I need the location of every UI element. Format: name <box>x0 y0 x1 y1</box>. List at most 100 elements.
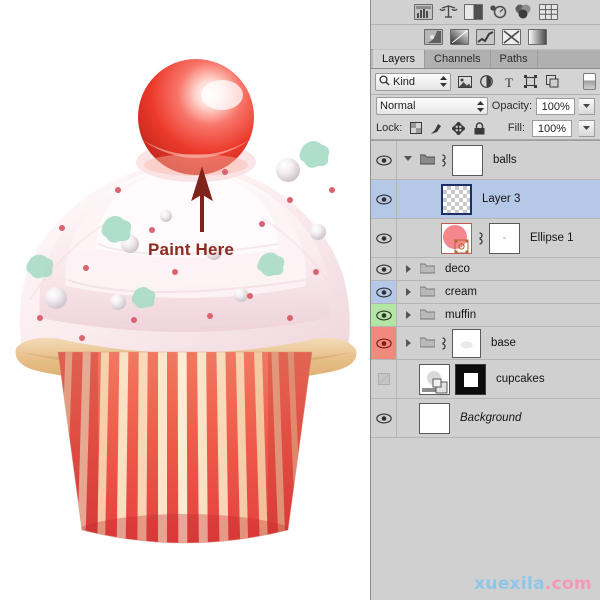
layer-name: cupcakes <box>496 373 545 385</box>
visibility-toggle[interactable] <box>371 258 397 280</box>
layer-name: Ellipse 1 <box>530 232 574 244</box>
layer-name: balls <box>493 154 517 166</box>
svg-text:T: T <box>505 76 513 88</box>
tabbar-filler <box>537 49 600 68</box>
tab-layers[interactable]: Layers <box>373 49 426 68</box>
opacity-dropdown-icon[interactable] <box>579 97 596 115</box>
lock-label: Lock: <box>376 122 403 134</box>
lock-fill-row: Lock: Fill: 100% <box>371 117 600 140</box>
visibility-toggle[interactable] <box>371 219 397 257</box>
layer-name: Layer 3 <box>482 193 521 205</box>
eye-icon <box>375 194 392 204</box>
photoshop-screenshot: Paint Here Layers Channels Paths Kind T … <box>0 0 600 600</box>
blend-mode-select[interactable]: Normal <box>376 97 488 115</box>
layer-thumbnail[interactable] <box>441 222 472 254</box>
color-balls-icon[interactable] <box>514 4 533 20</box>
link-icon[interactable] <box>437 336 448 350</box>
layer-filter-bar: Kind T <box>371 69 600 95</box>
timer-icon[interactable] <box>489 4 508 20</box>
adjustments-icon-row-1 <box>371 0 600 24</box>
visibility-toggle[interactable] <box>371 304 397 326</box>
x-gradient-icon[interactable] <box>502 29 521 45</box>
watermark-site: xuexila <box>474 574 545 594</box>
group-expander[interactable] <box>397 258 417 280</box>
zigzag-curve-icon[interactable] <box>476 29 495 45</box>
eye-icon <box>375 264 392 274</box>
layer-thumbnail[interactable] <box>419 363 450 395</box>
shape-layer-filter-icon[interactable] <box>522 73 539 90</box>
layer-row[interactable]: muffin <box>371 304 600 327</box>
panel-tabbar: Layers Channels Paths <box>371 49 600 69</box>
layer-thumbnail[interactable] <box>452 328 481 358</box>
blend-stepper-icon[interactable] <box>476 100 484 112</box>
layer-row[interactable]: Ellipse 1 <box>371 219 600 258</box>
layer-name: base <box>491 337 516 349</box>
opacity-value[interactable]: 100% <box>536 97 576 115</box>
image-canvas[interactable]: Paint Here <box>0 0 370 600</box>
lock-all-icon[interactable] <box>472 121 486 135</box>
layer-row[interactable]: Layer 3 <box>371 180 600 219</box>
filter-kind-select[interactable]: Kind <box>375 72 451 91</box>
vector-mask-thumbnail[interactable] <box>489 222 520 254</box>
folder-icon <box>419 336 436 351</box>
layer-row[interactable]: cream <box>371 281 600 304</box>
cupcake-wrapper <box>58 352 312 543</box>
filter-kind-label: Kind <box>393 75 416 88</box>
fill-label: Fill: <box>507 122 525 134</box>
visibility-toggle[interactable] <box>371 180 397 218</box>
lock-position-icon[interactable] <box>451 121 465 135</box>
group-expander[interactable] <box>397 304 417 326</box>
layer-mask-thumbnail[interactable] <box>455 363 486 395</box>
group-expander[interactable] <box>397 141 417 179</box>
eye-icon <box>375 338 392 348</box>
layer-thumbnail[interactable] <box>452 144 483 176</box>
tab-channels[interactable]: Channels <box>425 49 491 68</box>
tab-paths[interactable]: Paths <box>490 49 538 68</box>
group-expander[interactable] <box>397 327 417 359</box>
scales-icon[interactable] <box>438 4 458 20</box>
layers-list: balls Layer 3 Ellipse 1 deco cream muffi… <box>371 140 600 438</box>
filter-toggle-switch[interactable] <box>583 73 596 90</box>
layer-row[interactable]: deco <box>371 258 600 281</box>
halftone-icon[interactable] <box>463 4 483 20</box>
link-icon[interactable] <box>474 231 485 245</box>
layer-row[interactable]: balls <box>371 141 600 180</box>
visibility-toggle[interactable] <box>371 327 397 359</box>
visibility-toggle[interactable] <box>371 360 397 398</box>
kind-stepper-icon[interactable] <box>440 76 447 87</box>
layer-name: deco <box>445 263 470 275</box>
grid-icon[interactable] <box>538 4 558 20</box>
gradient-curve-icon[interactable] <box>424 29 443 45</box>
layer-indent-spacer <box>397 219 417 257</box>
visibility-toggle[interactable] <box>371 399 397 437</box>
lock-transparent-pixels-icon[interactable] <box>409 121 423 135</box>
smart-object-filter-icon[interactable] <box>544 73 561 90</box>
layer-row[interactable]: Background <box>371 399 600 438</box>
folder-icon <box>419 262 436 277</box>
histogram-icon[interactable] <box>413 4 433 20</box>
eye-icon <box>375 310 392 320</box>
diagonal-gradient-icon[interactable] <box>450 29 469 45</box>
type-layer-filter-icon[interactable]: T <box>500 73 517 90</box>
fill-dropdown-icon[interactable] <box>579 119 595 137</box>
adjustment-layer-filter-icon[interactable] <box>478 73 495 90</box>
folder-open-icon <box>419 153 436 168</box>
layer-name: cream <box>445 286 477 298</box>
layer-name: muffin <box>445 309 477 321</box>
eye-icon <box>375 413 392 423</box>
fill-value[interactable]: 100% <box>532 119 572 137</box>
layer-row[interactable]: cupcakes <box>371 360 600 399</box>
link-icon[interactable] <box>437 153 448 167</box>
layer-thumbnail[interactable] <box>419 402 450 434</box>
visibility-toggle[interactable] <box>371 281 397 303</box>
adjustments-icon-row-2 <box>371 25 600 49</box>
layer-thumbnail[interactable] <box>441 183 472 215</box>
group-expander[interactable] <box>397 281 417 303</box>
pixel-layer-filter-icon[interactable] <box>456 73 473 90</box>
linear-gradient-icon[interactable] <box>528 29 547 45</box>
visibility-toggle[interactable] <box>371 141 397 179</box>
layer-row[interactable]: base <box>371 327 600 360</box>
lock-image-pixels-icon[interactable] <box>430 121 444 135</box>
folder-icon <box>419 285 436 300</box>
search-icon <box>379 74 390 89</box>
